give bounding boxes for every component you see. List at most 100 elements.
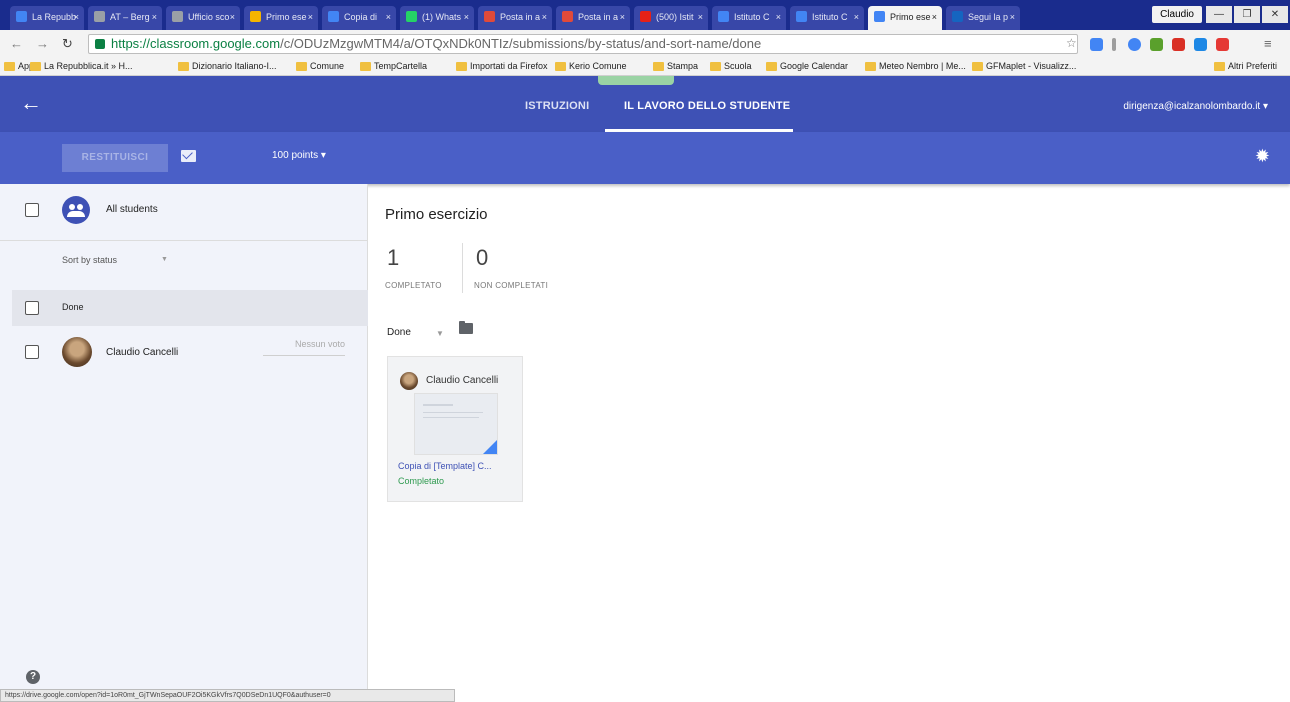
grade-input[interactable]: Nessun voto — [263, 339, 345, 356]
done-count-label: COMPLETATO — [385, 281, 442, 290]
extension-icon-2[interactable] — [1112, 38, 1116, 51]
bookmark-item[interactable]: Kerio Comune — [555, 61, 627, 71]
extension-icon-3[interactable] — [1150, 38, 1163, 51]
email-icon[interactable] — [181, 150, 196, 162]
bookmark-item[interactable]: Importati da Firefox — [456, 61, 548, 71]
browser-tab[interactable]: La Repubb × — [10, 6, 84, 30]
assignment-title: Primo esercizio — [385, 206, 488, 223]
tab-close-icon[interactable]: × — [776, 6, 781, 28]
bookmark-label: Scuola — [724, 61, 752, 71]
browser-tab[interactable]: Istituto C × — [790, 6, 864, 30]
all-students-label: All students — [106, 204, 158, 215]
tab-student-work[interactable]: IL LAVORO DELLO STUDENTE — [624, 100, 790, 112]
menu-icon[interactable]: ≡ — [1264, 36, 1272, 51]
browser-tab[interactable]: AT – Berg × — [88, 6, 162, 30]
url-path: /c/ODUzMzgwMTM4/a/OTQxNDk0NTIz/submissio… — [280, 36, 762, 51]
tab-close-icon[interactable]: × — [854, 6, 859, 28]
tab-close-icon[interactable]: × — [230, 6, 235, 28]
tab-close-icon[interactable]: × — [74, 6, 79, 28]
bookmark-item[interactable]: TempCartella — [360, 61, 427, 71]
points-dropdown[interactable]: 100 points ▾ — [272, 150, 326, 161]
tab-hint-bar — [598, 76, 674, 85]
tab-favicon-icon — [874, 11, 885, 22]
account-menu[interactable]: dirigenza@icalzanolombardo.it ▾ — [1123, 101, 1268, 112]
divider — [462, 243, 463, 293]
tab-favicon-icon — [16, 11, 27, 22]
tab-close-icon[interactable]: × — [464, 6, 469, 28]
extension-icon-1[interactable] — [1090, 38, 1103, 51]
help-icon[interactable]: ? — [26, 670, 40, 684]
gear-icon[interactable]: ✹ — [1255, 146, 1270, 167]
tab-close-icon[interactable]: × — [698, 6, 703, 28]
url-field[interactable]: https://classroom.google.com/c/ODUzMzgwM… — [88, 34, 1078, 54]
browser-tab[interactable]: Posta in a × — [556, 6, 630, 30]
acrobat-icon[interactable] — [1216, 38, 1229, 51]
bookmark-folder-icon — [360, 62, 371, 71]
bookmark-label: Altri Preferiti — [1228, 61, 1278, 71]
sort-dropdown[interactable]: Sort by status — [62, 255, 117, 265]
adblock-icon[interactable] — [1172, 38, 1185, 51]
tab-favicon-icon — [250, 11, 261, 22]
bookmark-item[interactable]: GFMaplet - Visualizz... — [972, 61, 1076, 71]
status-filter-dropdown[interactable]: Done — [387, 327, 411, 338]
bookmark-item[interactable]: Meteo Nembro | Me... — [865, 61, 966, 71]
maximize-button[interactable]: ❐ — [1234, 6, 1260, 23]
bookmark-item[interactable]: Dizionario Italiano-I... — [178, 61, 277, 71]
document-thumbnail[interactable] — [414, 393, 498, 455]
minimize-button[interactable]: — — [1206, 6, 1232, 23]
browser-tab[interactable]: Primo ese × — [868, 6, 942, 30]
back-arrow-icon[interactable]: ← — [20, 90, 42, 116]
bookmark-item[interactable]: Google Calendar — [766, 61, 848, 71]
bookmark-item[interactable]: La Repubblica.it » H... — [30, 61, 133, 71]
star-icon[interactable]: ☆ — [1066, 36, 1077, 50]
folder-icon[interactable] — [459, 321, 473, 334]
bookmark-item[interactable]: Stampa — [653, 61, 698, 71]
done-group-label: Done — [62, 302, 84, 312]
bookmark-item[interactable]: Comune — [296, 61, 344, 71]
url-host: https://classroom.google.com — [111, 36, 281, 51]
tab-close-icon[interactable]: × — [1010, 6, 1015, 28]
bookmark-item[interactable]: Altri Preferiti — [1214, 61, 1277, 71]
tab-close-icon[interactable]: × — [386, 6, 391, 28]
tab-close-icon[interactable]: × — [620, 6, 625, 28]
submission-card[interactable]: Claudio Cancelli Copia di [Template] C..… — [387, 356, 523, 502]
browser-tab[interactable]: Posta in a × — [478, 6, 552, 30]
done-group-checkbox[interactable] — [25, 301, 39, 315]
bookmark-folder-icon — [766, 62, 777, 71]
browser-tab[interactable]: Segui la p × — [946, 6, 1020, 30]
status-group-done[interactable]: Done — [12, 290, 368, 326]
thumbnail-line — [423, 412, 483, 413]
reload-icon[interactable]: ↻ — [62, 36, 73, 52]
skype-icon[interactable] — [1128, 38, 1141, 51]
chevron-down-icon[interactable]: ▼ — [436, 329, 444, 338]
attachment-link[interactable]: Copia di [Template] C... — [398, 461, 492, 471]
sort-caret-icon[interactable]: ▼ — [161, 256, 168, 263]
bookmark-item[interactable]: Scuola — [710, 61, 752, 71]
tab-label: Istituto C — [812, 12, 848, 22]
browser-user-chip[interactable]: Claudio — [1152, 6, 1202, 23]
back-icon[interactable]: ← — [10, 36, 23, 51]
close-window-button[interactable]: ✕ — [1262, 6, 1288, 23]
browser-tab[interactable]: (1) Whats × — [400, 6, 474, 30]
forward-icon[interactable]: → — [36, 36, 49, 51]
tab-close-icon[interactable]: × — [542, 6, 547, 28]
tab-close-icon[interactable]: × — [308, 6, 313, 28]
browser-tab[interactable]: Copia di × — [322, 6, 396, 30]
tab-instructions[interactable]: ISTRUZIONI — [525, 100, 589, 112]
student-checkbox[interactable] — [25, 345, 39, 359]
browser-tab[interactable]: Istituto C × — [712, 6, 786, 30]
tab-close-icon[interactable]: × — [152, 6, 157, 28]
browser-tab[interactable]: (500) Istit × — [634, 6, 708, 30]
extension-icon-4[interactable] — [1194, 38, 1207, 51]
bookmark-label: Meteo Nembro | Me... — [879, 61, 966, 71]
tab-close-icon[interactable]: × — [932, 6, 937, 28]
browser-tab[interactable]: Ufficio sco × — [166, 6, 240, 30]
tab-favicon-icon — [796, 11, 807, 22]
bookmark-folder-icon — [865, 62, 876, 71]
status-badge: Completato — [398, 476, 445, 486]
student-name[interactable]: Claudio Cancelli — [106, 347, 178, 358]
avatar — [400, 372, 418, 390]
browser-tab[interactable]: Primo ese × — [244, 6, 318, 30]
return-button[interactable]: RESTITUISCI — [62, 144, 168, 172]
all-students-checkbox[interactable] — [25, 203, 39, 217]
